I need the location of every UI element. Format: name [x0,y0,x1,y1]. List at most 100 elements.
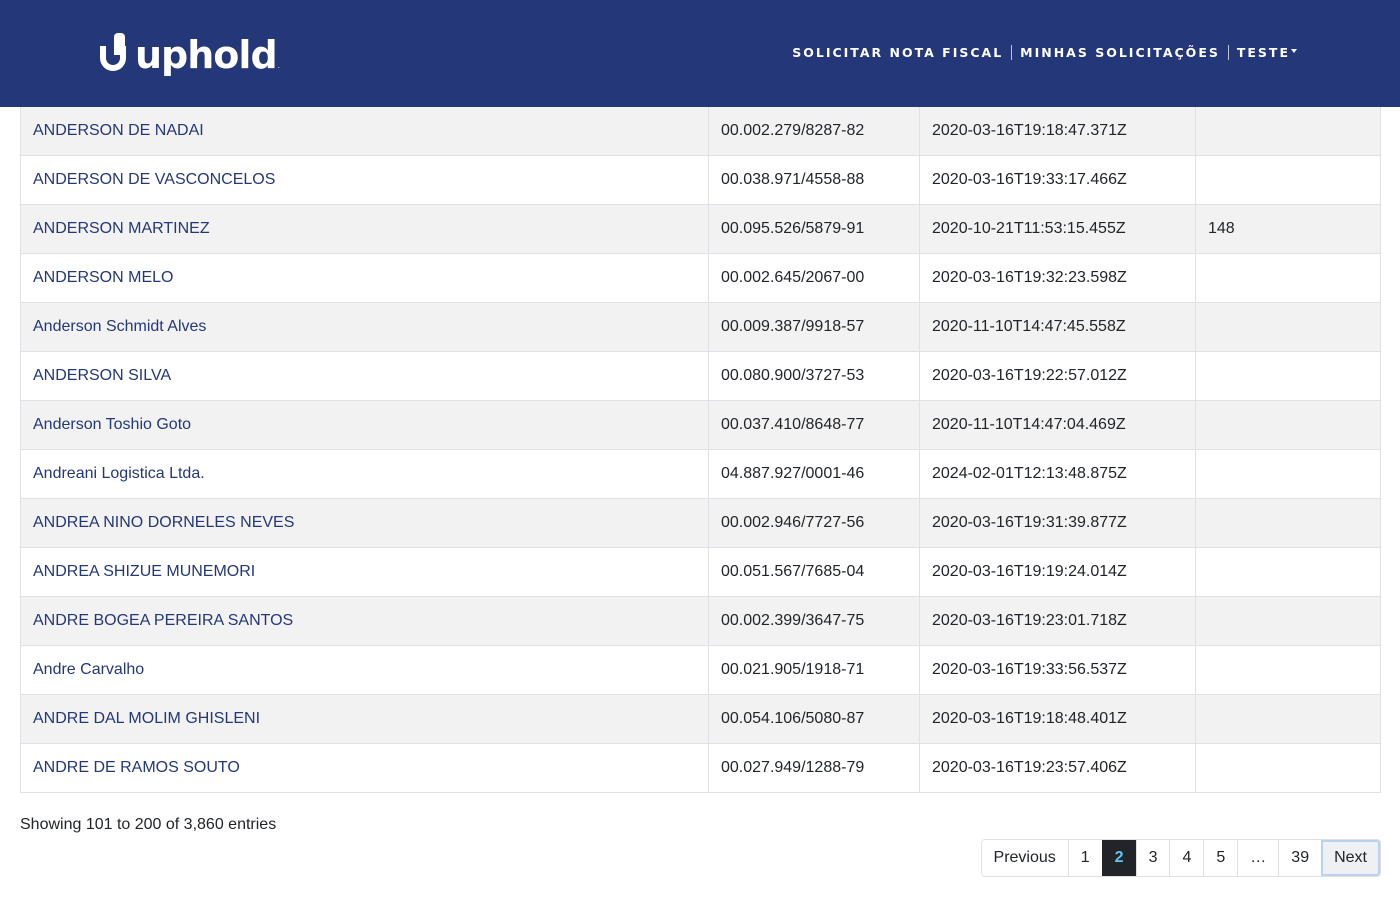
cell-timestamp: 2020-03-16T19:18:47.371Z [919,107,1196,156]
cell-extra [1195,302,1381,352]
pagination-ellipsis: … [1237,840,1279,876]
logo-dot: . [277,60,280,70]
cell-name: ANDRE DE RAMOS SOUTO [20,743,709,793]
nav-user-label: TESTE [1236,45,1290,60]
cell-name: ANDERSON SILVA [20,351,709,401]
cell-extra [1195,449,1381,499]
nav-user-dropdown[interactable]: TESTE [1237,45,1297,60]
cell-name: ANDREA NINO DORNELES NEVES [20,498,709,548]
cell-name: ANDERSON MARTINEZ [20,204,709,254]
pagination: Previous 1 2 3 4 5 … 39 Next [980,839,1381,877]
pagination-page-1[interactable]: 1 [1067,840,1102,876]
cell-timestamp: 2020-03-16T19:19:24.014Z [919,547,1196,597]
table-body: ANDERSON DE NADAI 00.002.279/8287-82 2020-… [20,107,1381,793]
client-name-link[interactable]: ANDERSON SILVA [33,367,171,384]
cell-timestamp: 2020-10-21T11:53:15.455Z [919,204,1196,254]
pagination-page-4[interactable]: 4 [1169,840,1204,876]
client-name-link[interactable]: ANDERSON DE VASCONCELOS [33,171,275,188]
cell-extra [1195,400,1381,450]
uphold-logo-mark-icon [100,31,134,77]
client-name-link[interactable]: ANDRE DE RAMOS SOUTO [33,759,240,776]
cell-timestamp: 2020-03-16T19:33:17.466Z [919,155,1196,205]
table-row: ANDREA NINO DORNELES NEVES 00.002.946/772… [20,498,1381,548]
table-row: ANDERSON MARTINEZ 00.095.526/5879-91 2020-… [20,204,1381,254]
client-name-link[interactable]: ANDRE BOGEA PEREIRA SANTOS [33,612,293,629]
cell-name: ANDREA SHIZUE MUNEMORI [20,547,709,597]
logo-text: uphold [135,33,278,77]
cell-extra [1195,694,1381,744]
client-name-link[interactable]: ANDREA NINO DORNELES NEVES [33,514,294,531]
table-row: ANDERSON DE VASCONCELOS 00.038.971/4558-8… [20,155,1381,205]
pagination-page-2-active[interactable]: 2 [1101,840,1136,876]
pagination-previous-button[interactable]: Previous [981,840,1068,876]
table-row: ANDREA SHIZUE MUNEMORI 00.051.567/7685-04… [20,547,1381,597]
cell-timestamp: 2020-11-10T14:47:04.469Z [919,400,1196,450]
cell-name: Anderson Toshio Goto [20,400,709,450]
cell-name: Andre Carvalho [20,645,709,695]
cell-timestamp: 2020-03-16T19:31:39.877Z [919,498,1196,548]
cell-extra [1195,107,1381,156]
caret-down-icon [1291,48,1297,53]
client-name-link[interactable]: Anderson Toshio Goto [33,416,191,433]
cell-extra [1195,596,1381,646]
cell-extra [1195,498,1381,548]
cell-document-number: 00.002.399/3647-75 [708,596,920,646]
cell-name: Anderson Schmidt Alves [20,302,709,352]
cell-name: ANDRE BOGEA PEREIRA SANTOS [20,596,709,646]
cell-extra: 148 [1195,204,1381,254]
cell-document-number: 00.037.410/8648-77 [708,400,920,450]
table-row: Andre Carvalho 00.021.905/1918-71 2020-03-… [20,645,1381,695]
client-name-link[interactable]: Andre Carvalho [33,661,144,678]
nav-solicitar-nota-fiscal[interactable]: SOLICITAR NOTA FISCAL [792,45,1003,60]
client-name-link[interactable]: ANDREA SHIZUE MUNEMORI [33,563,255,580]
client-name-link[interactable]: ANDERSON DE NADAI [33,122,204,139]
cell-document-number: 00.080.900/3727-53 [708,351,920,401]
nav-divider [1011,45,1013,60]
client-name-link[interactable]: ANDRE DAL MOLIM GHISLENI [33,710,260,727]
uphold-logo[interactable]: uphold . [100,28,280,80]
cell-timestamp: 2020-03-16T19:22:57.012Z [919,351,1196,401]
nav-links: SOLICITAR NOTA FISCAL MINHAS SOLICITAÇÕE… [792,45,1297,60]
table-row: ANDERSON SILVA 00.080.900/3727-53 2020-03-… [20,351,1381,401]
entries-table-container: ANDERSON DE NADAI 00.002.279/8287-82 2020-… [20,107,1381,793]
cell-timestamp: 2020-11-10T14:47:45.558Z [919,302,1196,352]
table-row: ANDRE DAL MOLIM GHISLENI 00.054.106/5080-… [20,694,1381,744]
cell-name: ANDERSON DE VASCONCELOS [20,155,709,205]
cell-document-number: 00.002.946/7727-56 [708,498,920,548]
cell-name: ANDERSON DE NADAI [20,107,709,156]
cell-extra [1195,547,1381,597]
pagination-page-3[interactable]: 3 [1135,840,1170,876]
cell-extra [1195,253,1381,303]
table-row: ANDRE BOGEA PEREIRA SANTOS 00.002.399/364… [20,596,1381,646]
nav-divider [1227,45,1229,60]
cell-document-number: 00.054.106/5080-87 [708,694,920,744]
cell-document-number: 00.002.645/2067-00 [708,253,920,303]
table-row: ANDERSON DE NADAI 00.002.279/8287-82 2020-… [20,107,1381,156]
table-row: Anderson Schmidt Alves 00.009.387/9918-57… [20,302,1381,352]
client-name-link[interactable]: ANDERSON MARTINEZ [33,220,210,237]
cell-name: ANDERSON MELO [20,253,709,303]
top-navbar: uphold . SOLICITAR NOTA FISCAL MINHAS SO… [0,0,1400,107]
cell-document-number: 00.095.526/5879-91 [708,204,920,254]
cell-timestamp: 2020-03-16T19:32:23.598Z [919,253,1196,303]
cell-timestamp: 2020-03-16T19:23:01.718Z [919,596,1196,646]
table-row: ANDERSON MELO 00.002.645/2067-00 2020-03-1… [20,253,1381,303]
pagination-page-39[interactable]: 39 [1278,840,1322,876]
cell-timestamp: 2020-03-16T19:18:48.401Z [919,694,1196,744]
pagination-next-button[interactable]: Next [1321,840,1380,876]
cell-extra [1195,743,1381,793]
cell-document-number: 00.009.387/9918-57 [708,302,920,352]
cell-document-number: 04.887.927/0001-46 [708,449,920,499]
client-name-link[interactable]: Andreani Logistica Ltda. [33,465,205,482]
pagination-page-5[interactable]: 5 [1203,840,1238,876]
cell-extra [1195,155,1381,205]
cell-name: ANDRE DAL MOLIM GHISLENI [20,694,709,744]
client-name-link[interactable]: ANDERSON MELO [33,269,173,286]
client-name-link[interactable]: Anderson Schmidt Alves [33,318,206,335]
nav-minhas-solicitacoes[interactable]: MINHAS SOLICITAÇÕES [1020,45,1220,60]
cell-document-number: 00.038.971/4558-88 [708,155,920,205]
cell-extra [1195,351,1381,401]
cell-document-number: 00.051.567/7685-04 [708,547,920,597]
cell-name: Andreani Logistica Ltda. [20,449,709,499]
cell-document-number: 00.027.949/1288-79 [708,743,920,793]
